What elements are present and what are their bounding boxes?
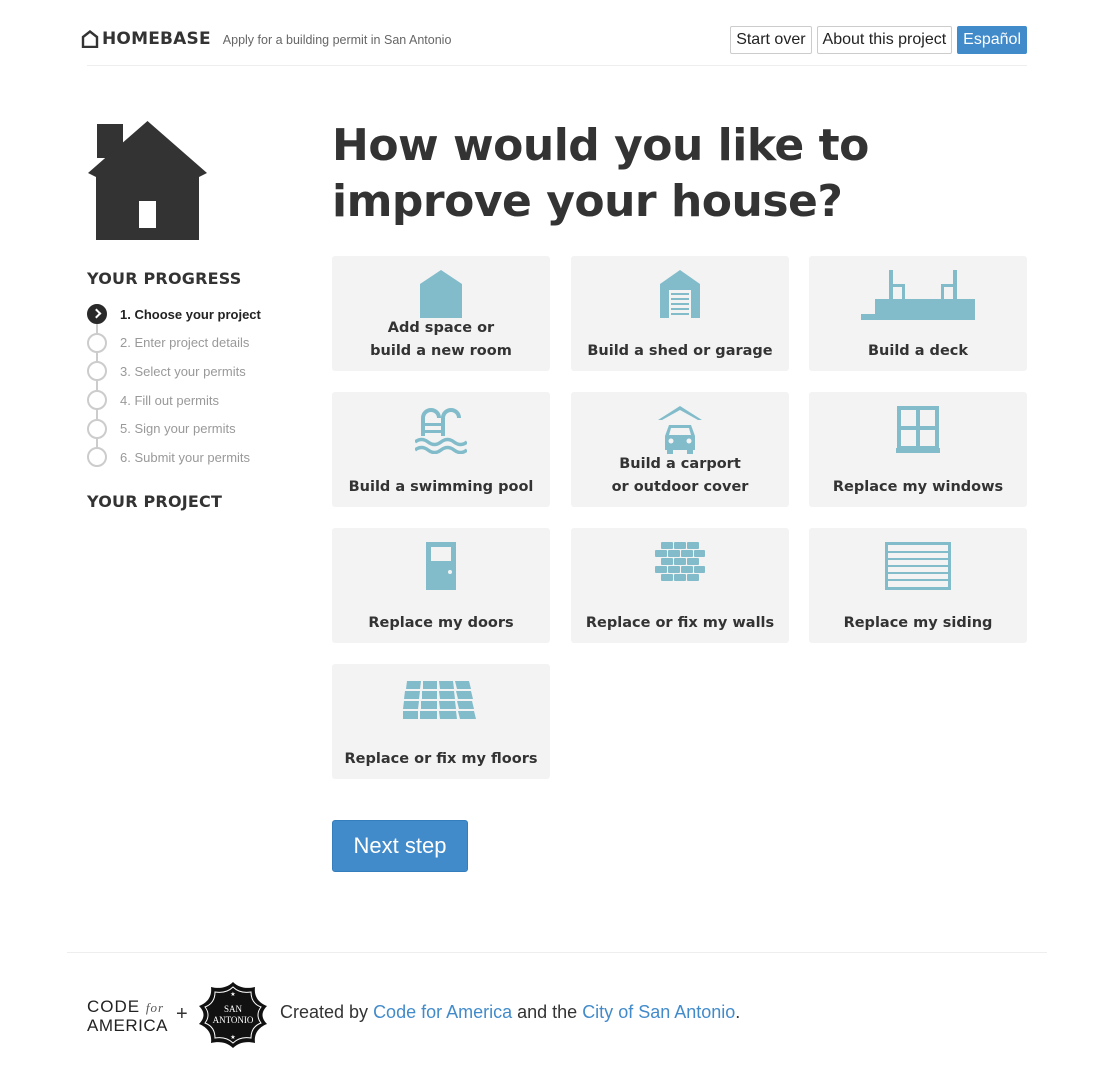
step-label: 6. Submit your permits <box>120 449 251 465</box>
header-buttons: Start over About this project Español <box>730 26 1027 54</box>
seal-text-san: SAN <box>224 1004 243 1014</box>
tile-label: Replace my doors <box>368 615 514 631</box>
progress-step: 4. Fill out permits <box>87 386 287 415</box>
step-circle-icon <box>87 418 107 439</box>
page-title: How would you like to improve your house… <box>332 120 869 227</box>
tile-label: Build a deck <box>867 343 969 359</box>
home-outline-icon <box>81 30 99 48</box>
espanol-button[interactable]: Español <box>957 26 1027 54</box>
footer-credit: Created by Code for America and the City… <box>280 1002 740 1023</box>
footer-divider <box>67 952 1047 953</box>
about-project-button[interactable]: About this project <box>816 26 953 54</box>
house-icon <box>88 121 207 240</box>
brand-name: HOMEBASE <box>102 29 211 49</box>
tile-label: Replace my siding <box>843 615 993 631</box>
start-over-button[interactable]: Start over <box>730 26 812 54</box>
project-heading: YOUR PROJECT <box>87 492 223 511</box>
code-for-america-logo[interactable]: CODE for AMERICA <box>87 998 168 1035</box>
tile-label: Replace my windows <box>832 479 1004 495</box>
deck-icon <box>861 270 975 320</box>
tile-label: Replace or fix my floors <box>344 751 538 767</box>
progress-step: 5. Sign your permits <box>87 414 287 443</box>
cfa-america: AMERICA <box>87 1016 168 1035</box>
step-label: 5. Sign your permits <box>120 421 236 437</box>
door-icon <box>426 542 456 590</box>
floor-tiles-icon <box>403 681 476 719</box>
step-label: 4. Fill out permits <box>120 392 219 408</box>
tile-label: Build a carport or outdoor cover <box>611 456 749 495</box>
footer-text-prefix: Created by <box>280 1002 374 1022</box>
step-label: 1. Choose your project <box>120 306 261 322</box>
project-tile-windows[interactable]: Replace my windows <box>809 392 1027 507</box>
svg-text:★: ★ <box>230 991 235 998</box>
step-current-icon <box>87 304 107 325</box>
seal-text-antonio: ANTONIO <box>213 1015 254 1025</box>
carport-icon <box>658 406 702 454</box>
project-tile-deck[interactable]: Build a deck <box>809 256 1027 371</box>
code-for-america-link[interactable]: Code for America <box>373 1002 512 1022</box>
footer-text-suffix: . <box>735 1002 741 1022</box>
city-of-san-antonio-link[interactable]: City of San Antonio <box>582 1002 735 1022</box>
tile-label: Build a swimming pool <box>348 479 534 495</box>
progress-step: 1. Choose your project <box>87 300 287 329</box>
san-antonio-seal-icon[interactable]: SAN ANTONIO ★ ★ <box>199 982 267 1048</box>
step-circle-icon <box>87 361 107 382</box>
brand-tagline: Apply for a building permit in San Anton… <box>222 33 452 47</box>
progress-step: 2. Enter project details <box>87 329 287 358</box>
brick-wall-icon <box>655 542 705 581</box>
progress-step: 3. Select your permits <box>87 357 287 386</box>
project-tile-siding[interactable]: Replace my siding <box>809 528 1027 643</box>
window-icon <box>896 406 940 453</box>
cfa-for: for <box>145 1000 165 1015</box>
project-tile-add-space[interactable]: Add space or build a new room <box>332 256 550 371</box>
svg-text:★: ★ <box>230 1034 235 1041</box>
progress-steps: 1. Choose your project 2. Enter project … <box>87 300 287 472</box>
step-label: 3. Select your permits <box>120 363 246 379</box>
step-circle-icon <box>87 447 107 468</box>
tile-label: Build a shed or garage <box>587 343 773 359</box>
step-label: 2. Enter project details <box>120 335 250 351</box>
project-tile-pool[interactable]: Build a swimming pool <box>332 392 550 507</box>
siding-icon <box>885 542 951 590</box>
project-tile-walls[interactable]: Replace or fix my walls <box>571 528 789 643</box>
tile-label: Replace or fix my walls <box>585 615 775 631</box>
project-tile-doors[interactable]: Replace my doors <box>332 528 550 643</box>
garage-icon <box>660 270 700 318</box>
step-circle-icon <box>87 332 107 353</box>
footer-text-middle: and the <box>512 1002 583 1022</box>
project-tile-shed-garage[interactable]: Build a shed or garage <box>571 256 789 371</box>
next-step-button[interactable]: Next step <box>332 820 468 872</box>
tile-label: Add space or build a new room <box>370 320 512 359</box>
pool-icon <box>415 408 467 454</box>
step-circle-icon <box>87 390 107 411</box>
room-addition-icon <box>420 270 462 318</box>
header: HOMEBASE Apply for a building permit in … <box>81 22 1027 66</box>
brand[interactable]: HOMEBASE Apply for a building permit in … <box>81 29 451 49</box>
progress-step: 6. Submit your permits <box>87 443 287 472</box>
project-tile-floors[interactable]: Replace or fix my floors <box>332 664 550 779</box>
progress-heading: YOUR PROGRESS <box>87 269 242 288</box>
project-tile-carport[interactable]: Build a carport or outdoor cover <box>571 392 789 507</box>
plus-sign: + <box>176 1003 188 1025</box>
cfa-code: CODE <box>87 997 141 1016</box>
